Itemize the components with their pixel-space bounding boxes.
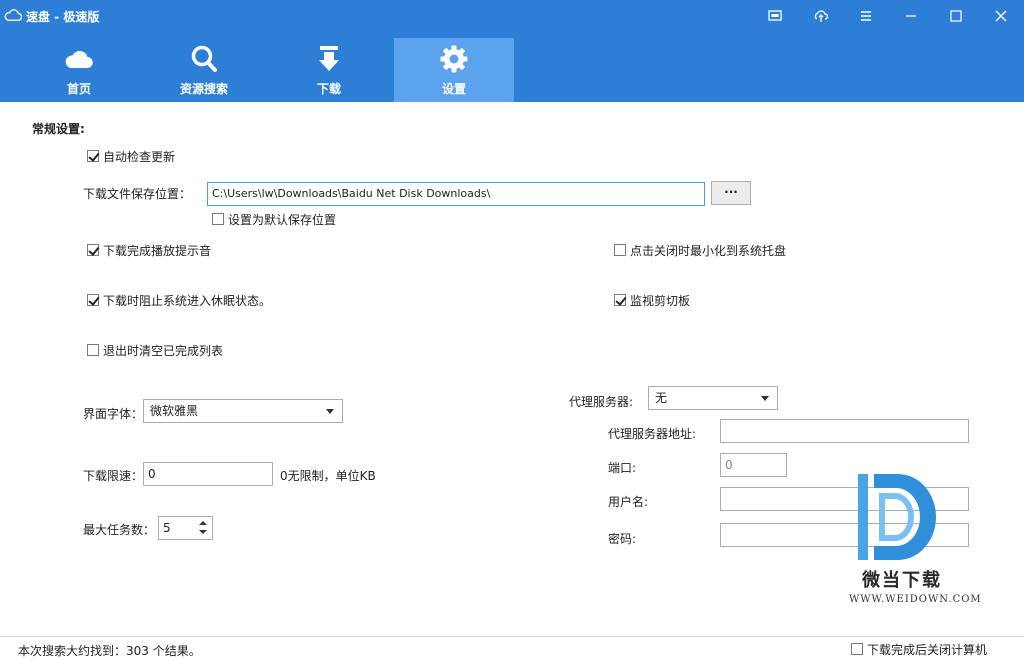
shutdown-checkbox[interactable]	[851, 643, 863, 655]
title-bar: 速盘 - 极速版	[0, 0, 1024, 32]
proxy-select[interactable]: 无	[648, 386, 778, 410]
default-path-label: 设置为默认保存位置	[228, 212, 337, 227]
shutdown-label: 下载完成后关闭计算机	[867, 642, 988, 657]
menu-button[interactable]	[846, 0, 886, 32]
skin-icon	[768, 10, 782, 21]
font-select[interactable]: 微软雅黑	[143, 399, 343, 423]
section-title: 常规设置:	[32, 122, 85, 136]
tab-search[interactable]: 资源搜索	[144, 38, 264, 102]
speed-limit-hint: 0无限制，单位KB	[280, 469, 376, 483]
auto-update-option[interactable]: 自动检查更新	[87, 148, 175, 164]
clear-on-exit-option[interactable]: 退出时清空已完成列表	[87, 342, 223, 358]
font-label: 界面字体：	[83, 407, 144, 421]
max-tasks-value: 5	[163, 521, 171, 535]
minimize-tray-checkbox[interactable]	[614, 244, 626, 256]
cloud-icon	[4, 9, 22, 21]
play-sound-checkbox[interactable]	[87, 244, 99, 256]
menu-icon	[861, 11, 871, 21]
prevent-sleep-option[interactable]: 下载时阻止系统进入休眠状态。	[87, 292, 271, 308]
default-path-checkbox[interactable]	[212, 213, 224, 225]
tab-home[interactable]: 首页	[19, 38, 139, 102]
save-path-input[interactable]: C:\Users\lw\Downloads\Baidu Net Disk Dow…	[207, 182, 705, 206]
chevron-down-icon	[761, 396, 769, 401]
proxy-select-value: 无	[655, 391, 668, 405]
status-bar: 本次搜索大约找到：303 个结果。 下载完成后关闭计算机	[0, 636, 1024, 660]
tab-settings-label: 设置	[441, 82, 466, 96]
speed-limit-label: 下载限速：	[83, 469, 144, 483]
tab-download[interactable]: 下载	[269, 38, 389, 102]
cloud-icon	[65, 50, 93, 69]
monitor-clipboard-label: 监视剪切板	[630, 293, 691, 308]
proxy-label: 代理服务器:	[569, 395, 634, 409]
password-label: 密码:	[608, 532, 637, 546]
max-tasks-stepper[interactable]: 5	[158, 516, 213, 540]
port-input[interactable]: 0	[720, 453, 787, 477]
spinner-icon[interactable]	[196, 518, 210, 538]
close-button[interactable]	[981, 0, 1021, 32]
speed-limit-input[interactable]: 0	[143, 462, 273, 486]
watermark-url: WWW.WEIDOWN.COM	[849, 594, 982, 605]
auto-update-checkbox[interactable]	[87, 150, 99, 162]
proxy-address-input[interactable]	[720, 419, 969, 443]
upload-icon	[814, 10, 828, 22]
monitor-clipboard-checkbox[interactable]	[614, 294, 626, 306]
minimize-tray-label: 点击关闭时最小化到系统托盘	[630, 243, 787, 258]
maximize-icon	[950, 10, 962, 22]
auto-update-label: 自动检查更新	[103, 149, 176, 164]
play-sound-label: 下载完成播放提示音	[103, 243, 212, 258]
search-result-text: 本次搜索大约找到：303 个结果。	[18, 644, 201, 658]
port-label: 端口:	[608, 461, 637, 475]
gear-icon	[440, 45, 468, 73]
tab-home-label: 首页	[66, 82, 91, 96]
maximize-button[interactable]	[936, 0, 976, 32]
font-select-value: 微软雅黑	[150, 404, 199, 418]
tab-download-label: 下载	[316, 82, 341, 96]
username-label: 用户名:	[608, 495, 649, 509]
nav-bar: 首页 资源搜索 下载 设置	[0, 32, 1024, 102]
monitor-clipboard-option[interactable]: 监视剪切板	[614, 292, 690, 308]
save-path-label: 下载文件保存位置：	[83, 187, 192, 201]
tab-search-label: 资源搜索	[179, 82, 228, 96]
clear-on-exit-label: 退出时清空已完成列表	[103, 343, 224, 358]
download-icon	[319, 46, 339, 71]
max-tasks-label: 最大任务数：	[83, 523, 156, 537]
minimize-tray-option[interactable]: 点击关闭时最小化到系统托盘	[614, 242, 786, 258]
shutdown-option[interactable]: 下载完成后关闭计算机	[851, 641, 987, 657]
prevent-sleep-checkbox[interactable]	[87, 294, 99, 306]
default-path-option[interactable]: 设置为默认保存位置	[212, 211, 336, 227]
browse-button[interactable]: ···	[711, 181, 751, 205]
skin-button[interactable]	[755, 0, 795, 32]
upload-button[interactable]	[801, 0, 841, 32]
chevron-down-icon	[326, 409, 334, 414]
close-icon	[995, 10, 1007, 22]
play-sound-option[interactable]: 下载完成播放提示音	[87, 242, 211, 258]
minimize-button[interactable]	[891, 0, 931, 32]
clear-on-exit-checkbox[interactable]	[87, 344, 99, 356]
proxy-address-label: 代理服务器地址:	[608, 427, 697, 441]
watermark-text: 微当下载	[862, 570, 942, 591]
window-title: 速盘 - 极速版	[26, 10, 100, 24]
search-icon	[191, 45, 217, 72]
tab-settings[interactable]: 设置	[394, 38, 514, 102]
minimize-icon	[906, 15, 916, 17]
prevent-sleep-label: 下载时阻止系统进入休眠状态。	[103, 293, 272, 308]
